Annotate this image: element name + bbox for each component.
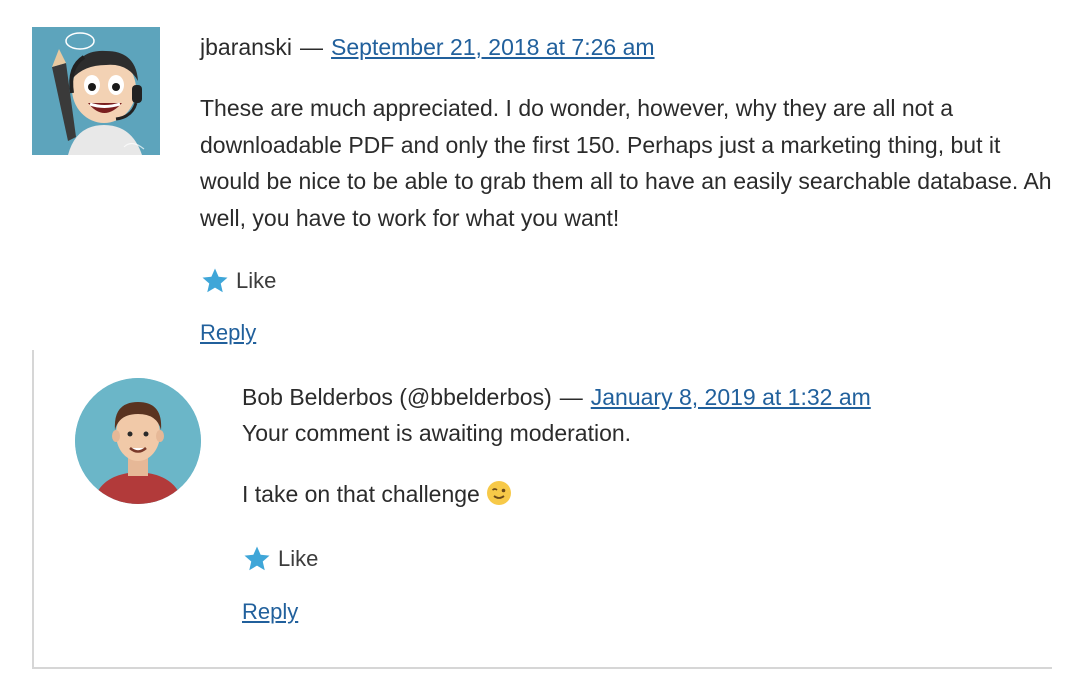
- comment-meta: jbaranski — September 21, 2018 at 7:26 am: [200, 32, 655, 62]
- comment-text: I take on that challenge: [242, 481, 480, 507]
- moderation-notice: Your comment is awaiting moderation.: [242, 420, 632, 446]
- reply-link[interactable]: Reply: [242, 599, 298, 625]
- cartoon-avatar-icon[interactable]: [32, 27, 160, 155]
- comment-text-line: I take on that challenge: [242, 479, 512, 509]
- winking-face-icon: [486, 481, 511, 505]
- thread-divider-left: [32, 350, 34, 668]
- thread-divider-bottom: [32, 667, 1052, 669]
- like-button[interactable]: Like: [242, 544, 318, 574]
- star-icon: [244, 546, 270, 571]
- person-avatar-icon[interactable]: [75, 378, 201, 504]
- comment-date-link[interactable]: September 21, 2018 at 7:26 am: [331, 34, 655, 60]
- reply-link[interactable]: Reply: [200, 320, 256, 346]
- comment-meta: Bob Belderbos (@bbelderbos) — January 8, 2…: [242, 382, 871, 412]
- like-label: Like: [236, 268, 277, 293]
- comment-author: jbaranski: [200, 34, 293, 60]
- star-icon: [202, 268, 228, 293]
- meta-separator: —: [300, 34, 324, 60]
- comment-author: Bob Belderbos (@bbelderbos): [242, 384, 552, 410]
- comment-text: These are much appreciated. I do wonder,…: [200, 95, 1052, 231]
- like-label: Like: [278, 546, 319, 571]
- like-button[interactable]: Like: [200, 266, 276, 296]
- meta-separator: —: [559, 384, 583, 410]
- comment-date-link[interactable]: January 8, 2019 at 1:32 am: [591, 384, 871, 410]
